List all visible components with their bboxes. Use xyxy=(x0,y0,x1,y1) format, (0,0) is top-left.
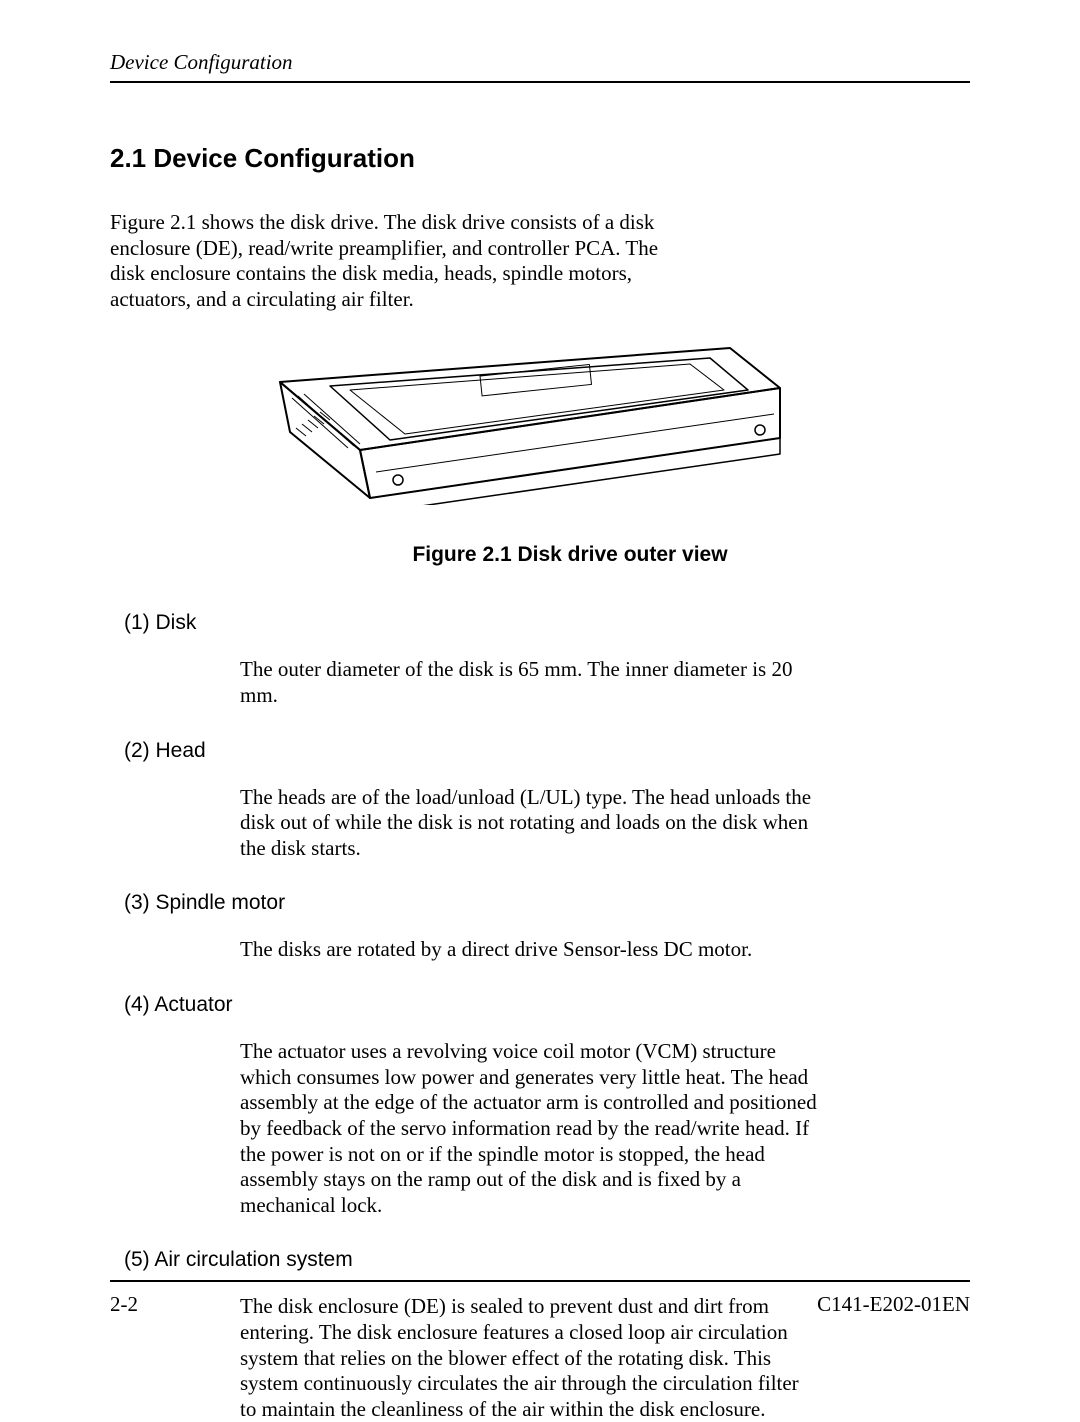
section-title: 2.1 Device Configuration xyxy=(110,143,970,174)
item-para-1: The outer diameter of the disk is 65 mm.… xyxy=(240,657,820,708)
figure-2-1 xyxy=(240,340,800,505)
intro-paragraph: Figure 2.1 shows the disk drive. The dis… xyxy=(110,210,690,312)
disk-drive-icon xyxy=(240,340,800,505)
item-para-4: The actuator uses a revolving voice coil… xyxy=(240,1039,820,1218)
footer-docnum: C141-E202-01EN xyxy=(817,1292,970,1317)
item-heading-3: (3) Spindle motor xyxy=(124,891,970,915)
item-heading-2: (2) Head xyxy=(124,739,970,763)
item-para-2: The heads are of the load/unload (L/UL) … xyxy=(240,785,820,862)
item-heading-5: (5) Air circulation system xyxy=(124,1248,970,1272)
item-heading-1: (1) Disk xyxy=(124,611,970,635)
item-heading-4: (4) Actuator xyxy=(124,993,970,1017)
page-footer: 2-2 C141-E202-01EN xyxy=(110,1280,970,1317)
page: Device Configuration 2.1 Device Configur… xyxy=(0,0,1080,1397)
figure-caption: Figure 2.1 Disk drive outer view xyxy=(170,543,970,567)
running-head: Device Configuration xyxy=(110,50,970,83)
footer-pagenum: 2-2 xyxy=(110,1292,138,1317)
item-para-3: The disks are rotated by a direct drive … xyxy=(240,937,820,963)
